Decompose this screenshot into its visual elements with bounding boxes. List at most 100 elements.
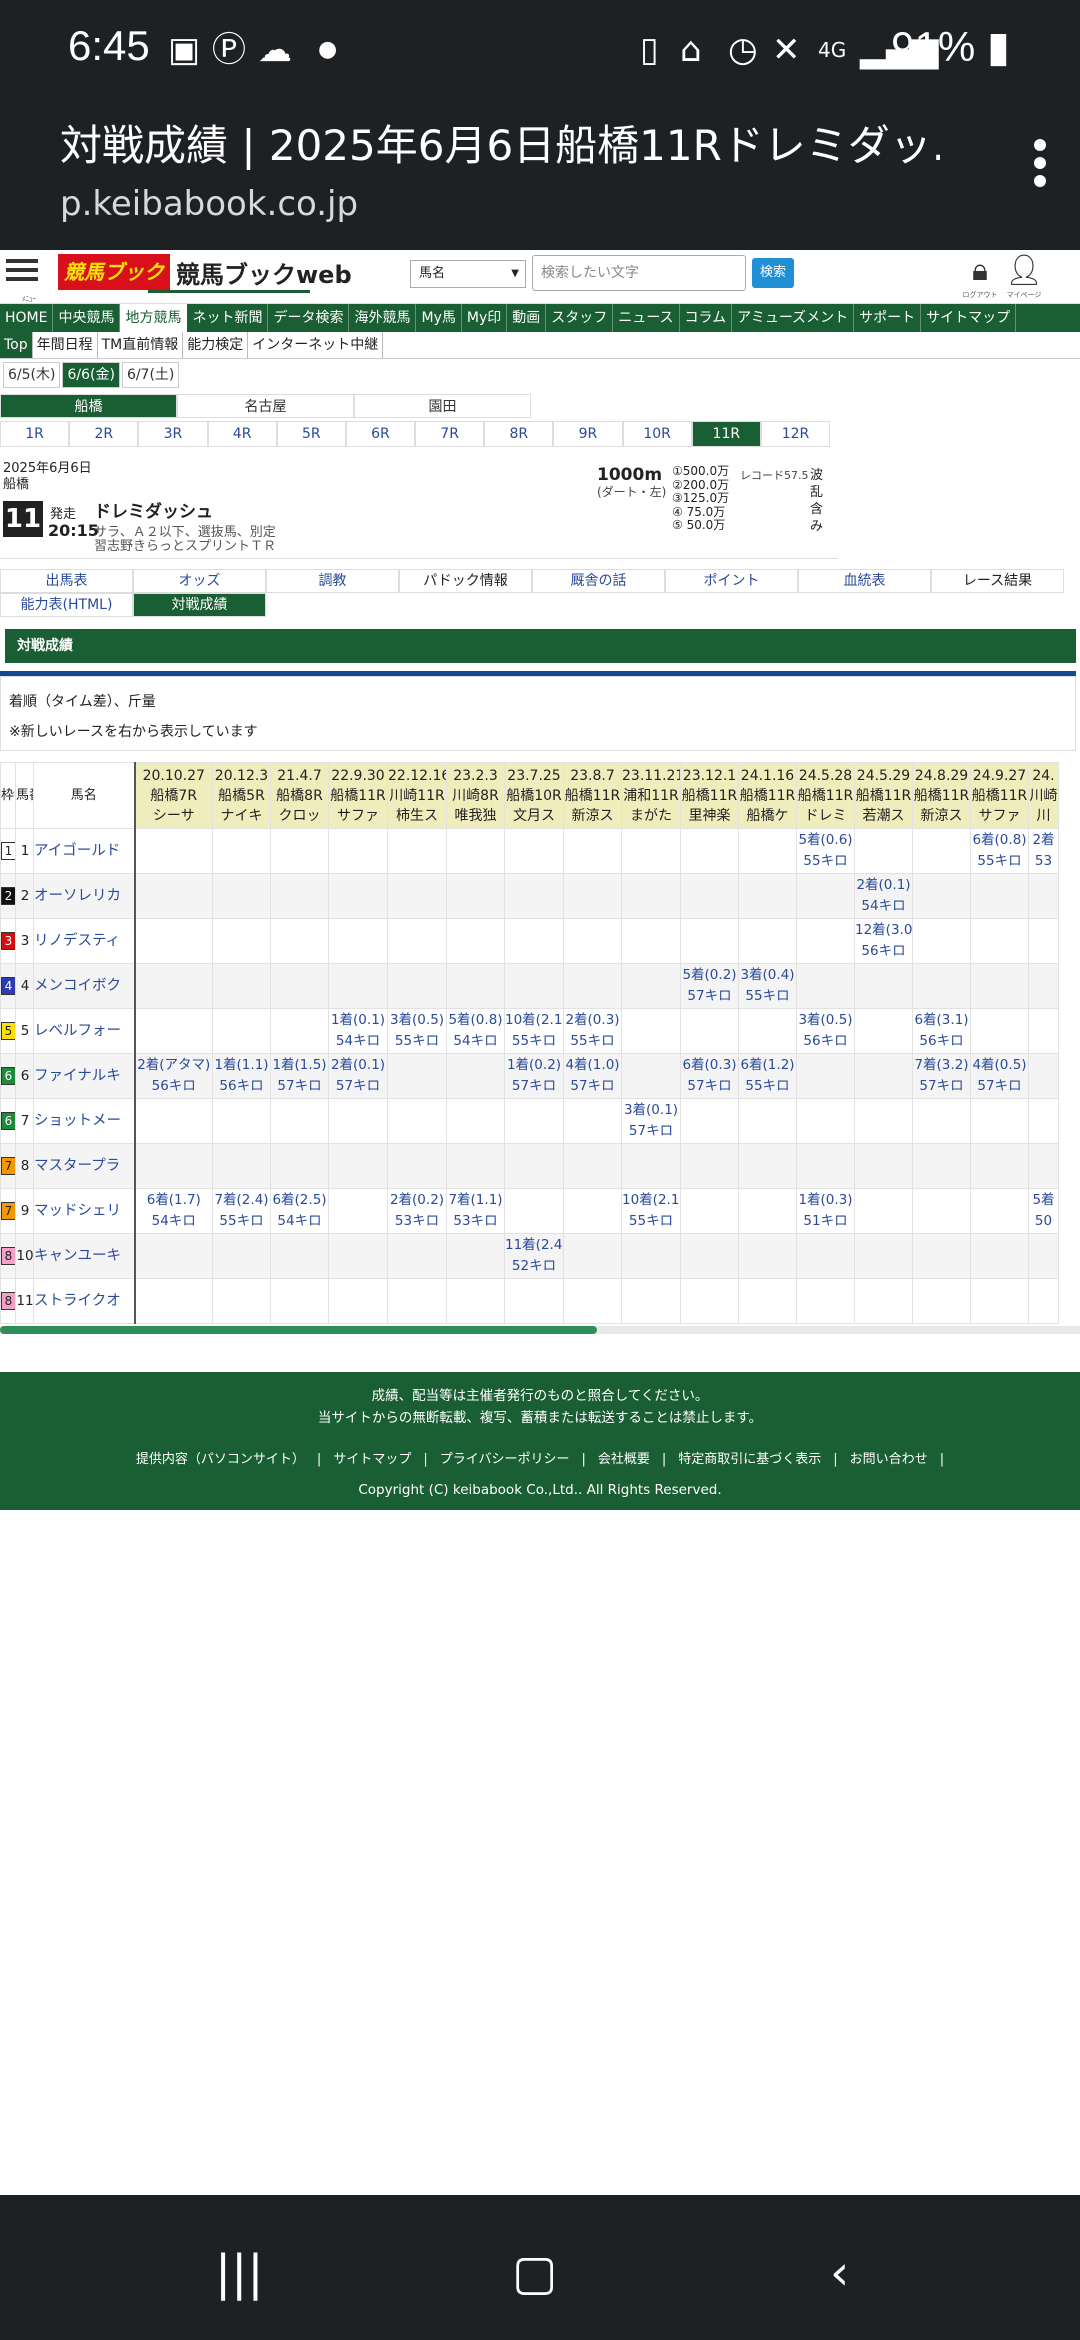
- page-tab-5[interactable]: ポイント: [665, 569, 798, 593]
- menu-icon[interactable]: ﾒﾆｭｰ: [6, 254, 38, 303]
- result-cell[interactable]: 7着(1.1) 53キロ: [446, 1188, 505, 1234]
- subnav-item-0[interactable]: Top: [0, 332, 33, 358]
- horse-name-link[interactable]: レベルフォー: [33, 1008, 136, 1054]
- horse-name-link[interactable]: リノデスティ: [33, 918, 136, 964]
- nav-item-1[interactable]: 中央競馬: [53, 304, 121, 332]
- nav-item-10[interactable]: ニュース: [613, 304, 680, 332]
- footer-link[interactable]: お問い合わせ: [850, 1452, 928, 1467]
- page-tab-4[interactable]: 厩舎の話: [532, 569, 665, 593]
- race-tab-2[interactable]: 3R: [138, 421, 208, 447]
- result-cell[interactable]: 10着(2.1) 55キロ: [621, 1188, 681, 1234]
- result-cell[interactable]: 5着(0.8) 54キロ: [446, 1008, 505, 1054]
- back-icon[interactable]: ‹: [830, 2245, 849, 2301]
- horizontal-scrollbar[interactable]: [0, 1326, 1080, 1334]
- date-tab-1[interactable]: 6/6(金): [62, 362, 120, 388]
- result-cell[interactable]: 2着(0.2) 53キロ: [387, 1188, 447, 1234]
- date-tab-0[interactable]: 6/5(木): [3, 362, 61, 388]
- page-tab-7[interactable]: レース結果: [931, 569, 1064, 593]
- home-icon[interactable]: ▢: [512, 2245, 557, 2301]
- result-cell[interactable]: 1着(0.3) 51キロ: [796, 1188, 855, 1234]
- result-cell[interactable]: 3着(0.1) 57キロ: [621, 1098, 681, 1144]
- page-tab-8[interactable]: 能力表(HTML): [0, 593, 133, 617]
- result-cell[interactable]: 7着(2.4) 55キロ: [212, 1188, 271, 1234]
- result-cell[interactable]: 5着(0.2) 57キロ: [680, 963, 739, 1009]
- page-tab-0[interactable]: 出馬表: [0, 569, 133, 593]
- nav-item-9[interactable]: スタッフ: [546, 304, 614, 332]
- result-cell[interactable]: 6着(1.7) 54キロ: [134, 1188, 213, 1234]
- page-tab-6[interactable]: 血統表: [798, 569, 931, 593]
- nav-item-14[interactable]: サイトマップ: [921, 304, 1017, 332]
- nav-item-13[interactable]: サポート: [854, 304, 922, 332]
- result-cell[interactable]: 7着(3.2) 57キロ: [912, 1053, 971, 1099]
- result-cell[interactable]: 1着(0.2) 57キロ: [504, 1053, 564, 1099]
- browser-title-bar[interactable]: 対戦成績 | 2025年6月6日船橋11Rドレミダッ... p.keibaboo…: [0, 100, 1080, 250]
- search-button[interactable]: 検索: [752, 258, 794, 288]
- page-tab-3[interactable]: パドック情報: [399, 569, 532, 593]
- nav-item-5[interactable]: 海外競馬: [349, 304, 417, 332]
- race-column-header[interactable]: 24.5.28 船橋11R ドレミ: [796, 762, 855, 829]
- race-tab-8[interactable]: 9R: [553, 421, 623, 447]
- result-cell[interactable]: 10着(2.1) 55キロ: [504, 1008, 564, 1054]
- result-cell[interactable]: 6着(0.8) 55キロ: [970, 828, 1029, 874]
- result-cell[interactable]: 4着(1.0) 57キロ: [563, 1053, 622, 1099]
- result-cell[interactable]: 5着 50: [1028, 1188, 1059, 1234]
- race-column-header[interactable]: 21.4.7 船橋8R クロッ: [270, 762, 329, 829]
- scrollbar-thumb[interactable]: [0, 1326, 597, 1334]
- race-column-header[interactable]: 22.9.30 船橋11R サファ: [328, 762, 388, 829]
- subnav-item-1[interactable]: 年間日程: [33, 332, 98, 358]
- page-tab-2[interactable]: 調教: [266, 569, 399, 593]
- result-cell[interactable]: 12着(3.0) 56キロ: [854, 918, 913, 964]
- result-cell[interactable]: 6着(2.5) 54キロ: [270, 1188, 329, 1234]
- nav-item-12[interactable]: アミューズメント: [732, 304, 855, 332]
- race-column-header[interactable]: 22.12.16 川崎11R 柿生ス: [387, 762, 447, 829]
- race-column-header[interactable]: 23.11.21 浦和11R まがた: [621, 762, 681, 829]
- venue-tab-2[interactable]: 園田: [354, 394, 531, 418]
- race-tab-7[interactable]: 8R: [484, 421, 554, 447]
- horse-name-link[interactable]: ファイナルキ: [33, 1053, 136, 1099]
- race-column-header[interactable]: 20.12.3 船橋5R ナイキ: [212, 762, 271, 829]
- race-column-header[interactable]: 23.7.25 船橋10R 文月ス: [504, 762, 564, 829]
- horse-name-link[interactable]: キャンユーキ: [33, 1233, 136, 1279]
- result-cell[interactable]: 2着(0.1) 57キロ: [328, 1053, 388, 1099]
- date-tab-2[interactable]: 6/7(土): [121, 362, 180, 388]
- race-tab-3[interactable]: 4R: [207, 421, 277, 447]
- horse-name-link[interactable]: ストライクオ: [33, 1278, 136, 1324]
- footer-link[interactable]: 会社概要: [598, 1452, 650, 1467]
- more-options-icon[interactable]: [1030, 136, 1050, 196]
- footer-link[interactable]: プライバシーポリシー: [440, 1452, 570, 1467]
- nav-item-11[interactable]: コラム: [680, 304, 733, 332]
- horse-name-link[interactable]: アイゴールド: [33, 828, 136, 874]
- result-cell[interactable]: 6着(0.3) 57キロ: [680, 1053, 739, 1099]
- footer-link[interactable]: サイトマップ: [333, 1452, 411, 1467]
- result-cell[interactable]: 6着(1.2) 55キロ: [738, 1053, 797, 1099]
- result-cell[interactable]: 1着(1.1) 56キロ: [212, 1053, 271, 1099]
- search-input[interactable]: 検索したい文字: [532, 255, 746, 291]
- result-cell[interactable]: 1着(1.5) 57キロ: [270, 1053, 329, 1099]
- nav-item-7[interactable]: My印: [462, 304, 508, 332]
- search-type-select[interactable]: 馬名 ▼: [410, 260, 526, 288]
- result-cell[interactable]: 11着(2.4) 52キロ: [504, 1233, 564, 1279]
- result-cell[interactable]: 2着(アタマ) 56キロ: [134, 1053, 213, 1099]
- race-column-header[interactable]: 23.2.3 川崎8R 唯我独: [446, 762, 505, 829]
- nav-item-3[interactable]: ネット新聞: [187, 304, 269, 332]
- nav-item-6[interactable]: My馬: [416, 304, 462, 332]
- result-cell[interactable]: 1着(0.1) 54キロ: [328, 1008, 388, 1054]
- race-column-header[interactable]: 23.12.1 船橋11R 里神楽: [680, 762, 739, 829]
- horse-name-link[interactable]: マスタープラ: [33, 1143, 136, 1189]
- race-column-header[interactable]: 24. 川崎川: [1028, 762, 1059, 829]
- footer-link[interactable]: 特定商取引に基づく表示: [678, 1452, 821, 1467]
- result-cell[interactable]: 6着(3.1) 56キロ: [912, 1008, 971, 1054]
- subnav-item-4[interactable]: インターネット中継: [248, 332, 384, 358]
- race-tab-9[interactable]: 10R: [622, 421, 692, 447]
- race-tab-1[interactable]: 2R: [69, 421, 139, 447]
- race-tab-4[interactable]: 5R: [276, 421, 346, 447]
- page-tab-9[interactable]: 対戦成績: [133, 593, 266, 617]
- site-logo[interactable]: 競馬ブック 競馬ブックweb: [58, 254, 352, 290]
- result-cell[interactable]: 3着(0.4) 55キロ: [738, 963, 797, 1009]
- horse-name-link[interactable]: オーソレリカ: [33, 873, 136, 919]
- mypage-button[interactable]: 👤︎ マイページ: [1004, 252, 1044, 300]
- result-cell[interactable]: 4着(0.5) 57キロ: [970, 1053, 1029, 1099]
- race-column-header[interactable]: 24.8.29 船橋11R 新涼ス: [912, 762, 971, 829]
- race-column-header[interactable]: 20.10.27 船橋7R シーサ: [134, 762, 213, 829]
- subnav-item-3[interactable]: 能力検定: [183, 332, 249, 358]
